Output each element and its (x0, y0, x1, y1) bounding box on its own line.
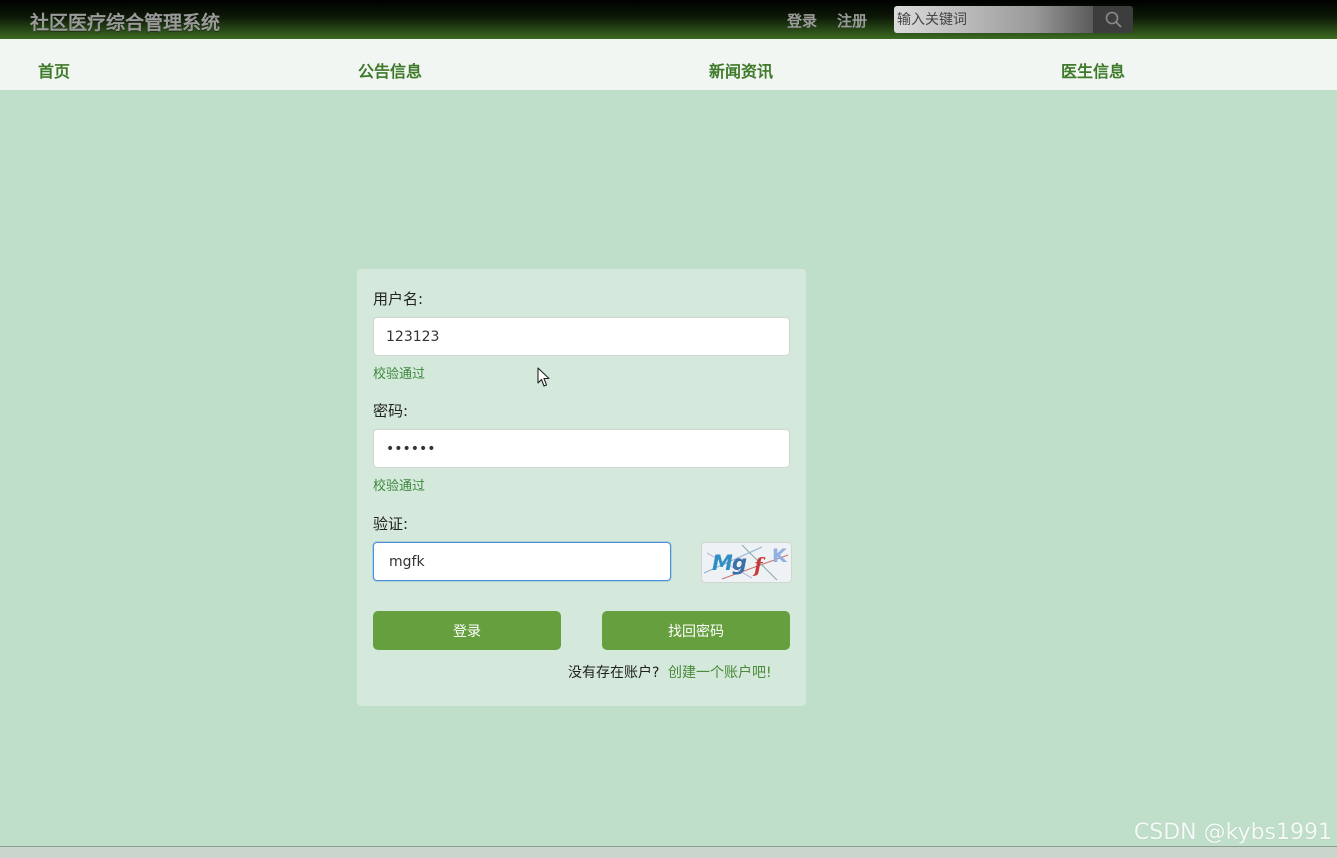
header-login-link[interactable]: 登录 (787, 10, 817, 31)
search-icon (1105, 11, 1122, 28)
recover-password-button[interactable]: 找回密码 (602, 611, 790, 650)
password-label: 密码: (373, 402, 409, 420)
watermark: CSDN @kybs1991 (1133, 820, 1332, 845)
login-button[interactable]: 登录 (373, 611, 561, 650)
nav-item-doctors[interactable]: 医生信息 (1061, 58, 1125, 82)
username-input[interactable] (373, 317, 790, 356)
nav-item-news[interactable]: 新闻资讯 (709, 58, 773, 82)
svg-text:g: g (732, 551, 747, 575)
svg-text:f: f (752, 553, 766, 577)
svg-text:M: M (712, 551, 733, 575)
captcha-label: 验证: (373, 515, 409, 533)
nav-item-announcements[interactable]: 公告信息 (358, 58, 422, 82)
password-status: 校验通过 (373, 479, 426, 494)
captcha-graphic: M g f K (703, 544, 789, 581)
top-header-bar: 社区医疗综合管理系统 登录 注册 (0, 0, 1337, 39)
username-label: 用户名: (373, 290, 424, 308)
search-button[interactable] (1093, 6, 1133, 33)
login-card: 用户名: 校验通过 密码: 校验通过 验证: M g f K 登录 找回密码 没… (357, 269, 806, 706)
nav-item-home[interactable]: 首页 (38, 58, 70, 82)
header-register-link[interactable]: 注册 (837, 10, 867, 31)
main-nav-bar: 首页 公告信息 新闻资讯 医生信息 (0, 39, 1337, 90)
svg-text:K: K (772, 545, 788, 567)
mouse-cursor-icon (537, 367, 550, 387)
site-title: 社区医疗综合管理系统 (30, 12, 221, 34)
header-search-input[interactable] (894, 6, 1093, 33)
captcha-image[interactable]: M g f K (701, 542, 792, 583)
password-input[interactable] (373, 429, 790, 468)
footer-divider (0, 846, 1337, 858)
create-account-link[interactable]: 创建一个账户吧! (668, 662, 772, 682)
no-account-text: 没有存在账户? (568, 665, 660, 681)
captcha-input[interactable] (373, 542, 671, 581)
username-status: 校验通过 (373, 367, 426, 382)
